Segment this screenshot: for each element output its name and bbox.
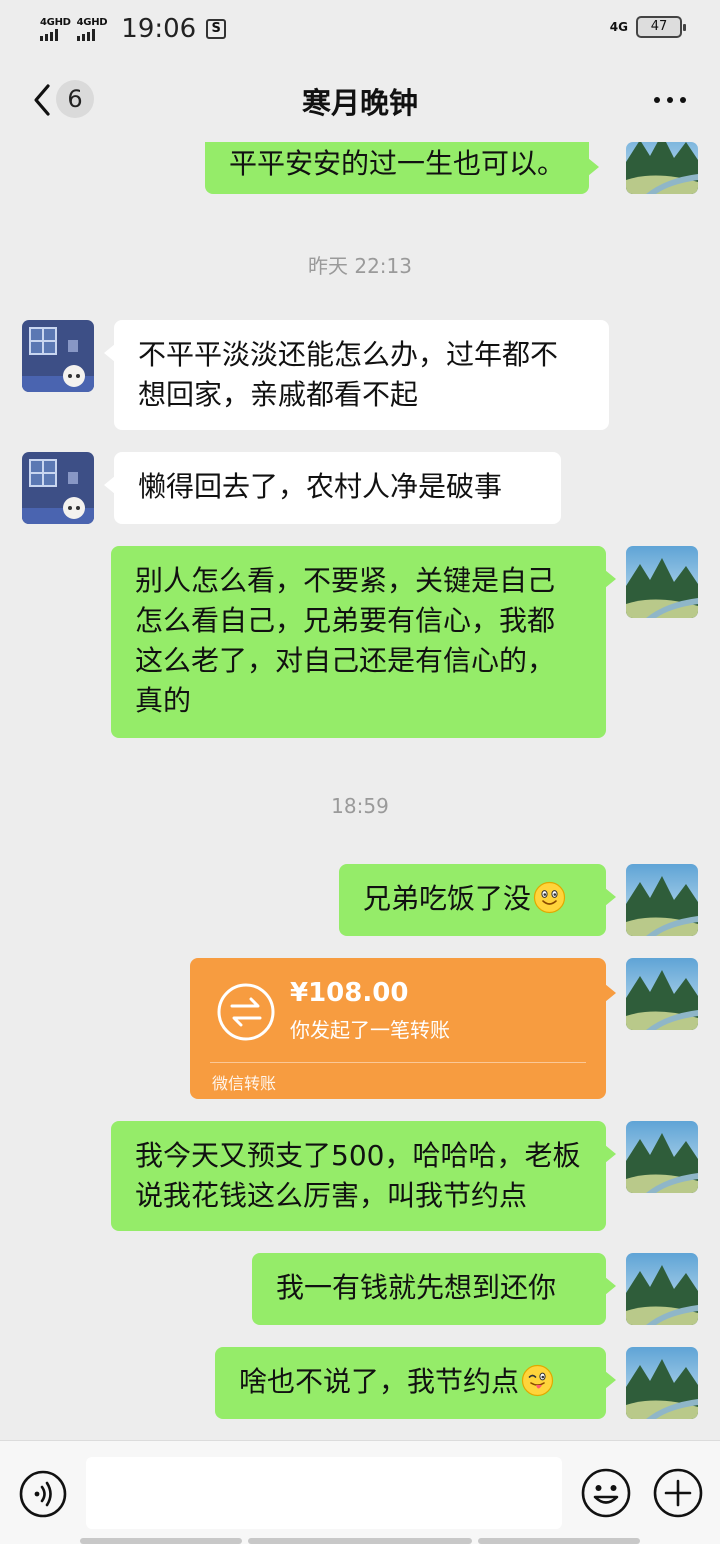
transfer-card[interactable]: ¥108.00 你发起了一笔转账 微信转账 (190, 958, 616, 1099)
my-avatar[interactable] (626, 142, 698, 194)
gesture-bar (478, 1538, 640, 1544)
message-bubble-sent[interactable]: 我一有钱就先想到还你 (252, 1253, 616, 1325)
battery-level: 47 (650, 19, 668, 34)
message-bubble-received[interactable]: 不平平淡淡还能怎么办，过年都不想回家，亲戚都看不起 (104, 320, 609, 430)
chat-message-list[interactable]: 平平安安的过一生也可以。 昨天 22:13 不平平淡淡还能怎么办，过年都不想回家… (0, 142, 720, 1440)
contact-avatar[interactable] (22, 320, 94, 392)
time-divider: 18:59 (331, 794, 389, 818)
more-dots-icon[interactable] (652, 88, 688, 112)
transfer-amount: ¥108.00 (290, 978, 409, 1008)
message-text: 啥也不说了，我节约点 (239, 1365, 520, 1398)
message-input-bar (0, 1440, 720, 1544)
plus-icon[interactable] (652, 1467, 704, 1519)
smile-emoji-icon (533, 881, 566, 914)
network-icon: 4G (609, 20, 628, 34)
my-avatar[interactable] (626, 864, 698, 936)
time-divider: 昨天 22:13 (308, 254, 412, 278)
message-text: 兄弟吃饭了没 (363, 882, 532, 915)
contact-avatar[interactable] (22, 452, 94, 524)
transfer-label: 微信转账 (212, 1074, 277, 1093)
wink-tongue-emoji-icon (521, 1364, 554, 1397)
message-bubble-sent[interactable]: 我今天又预支了500，哈哈哈，老板说我花钱这么厉害，叫我节约点 (111, 1121, 616, 1231)
battery-icon: 47 (636, 16, 686, 38)
message-bubble-received[interactable]: 懒得回去了，农村人净是破事 (104, 452, 561, 524)
message-bubble-sent[interactable]: 啥也不说了，我节约点 (215, 1347, 616, 1419)
status-time: 19:06 (121, 14, 197, 44)
gesture-bar (248, 1538, 472, 1544)
app-notification-icon: S (206, 19, 227, 39)
transfer-description: 你发起了一笔转账 (290, 1018, 450, 1042)
signal-sim2-icon: 4GHD (76, 17, 108, 41)
my-avatar[interactable] (626, 1253, 698, 1325)
my-avatar[interactable] (626, 546, 698, 618)
my-avatar[interactable] (626, 1121, 698, 1193)
my-avatar[interactable] (626, 1347, 698, 1419)
gesture-bar (80, 1538, 242, 1544)
message-bubble-sent[interactable]: 平平安安的过一生也可以。 (205, 142, 600, 194)
chat-title: 寒月晚钟 (301, 86, 418, 120)
emoji-icon[interactable] (580, 1467, 632, 1519)
transfer-icon (217, 983, 275, 1041)
signal-sim1-icon: 4GHD (40, 17, 71, 41)
message-bubble-sent[interactable]: 别人怎么看，不要紧，关键是自己怎么看自己，兄弟要有信心，我都这么老了，对自己还是… (111, 546, 616, 738)
status-bar: 4GHD 4GHD 19:06 S 4G 47 (0, 0, 720, 58)
voice-icon[interactable] (18, 1469, 68, 1519)
transfer-divider (210, 1062, 586, 1063)
my-avatar[interactable] (626, 958, 698, 1030)
message-bubble-sent[interactable]: 兄弟吃饭了没 (339, 864, 616, 936)
message-input[interactable] (86, 1457, 562, 1529)
chat-header: 6 寒月晚钟 (0, 58, 720, 142)
